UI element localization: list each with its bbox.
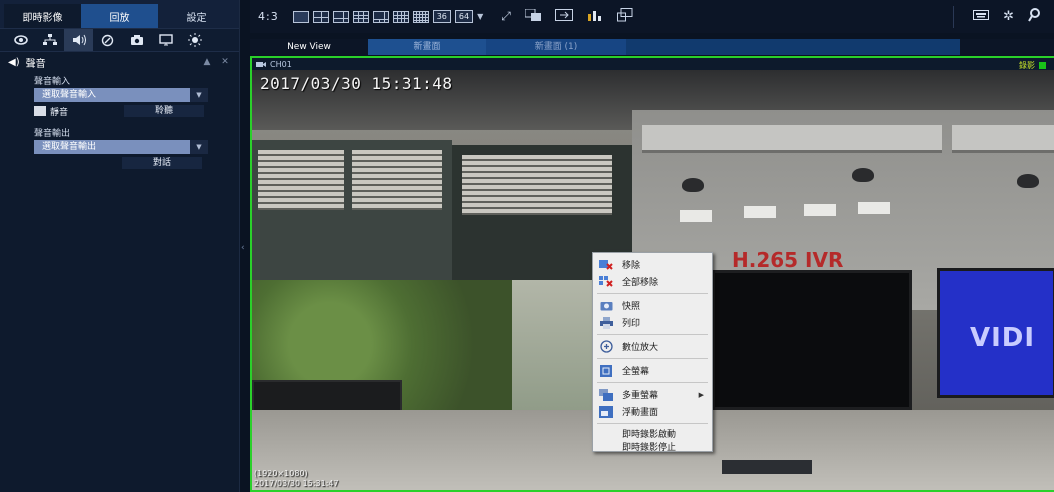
layout-5x5-icon[interactable]	[412, 10, 429, 23]
brightness-icon[interactable]	[180, 29, 209, 51]
audio-output-select-value: 選取聲音輸出	[42, 142, 97, 152]
audio-section-header[interactable]: ◀) 聲音 ▲ ✕	[0, 52, 239, 72]
layout-1plus5-icon[interactable]	[332, 10, 349, 23]
network-icon[interactable]	[35, 29, 64, 51]
chevron-down-icon[interactable]: ▼	[190, 140, 208, 154]
menu-separator	[597, 293, 708, 294]
app-window: 即時影像 回放 設定 ◀) 聲音 ▲ ✕ 聲音輸入 選取聲音輸入 ▼ 靜音 聆聽…	[0, 0, 1054, 492]
layout-3x3-icon[interactable]	[352, 10, 369, 23]
context-menu: 移除 全部移除 快照 列印 數位放大 全螢幕 多重螢幕 ▶ 浮動畫面 即時錄影啟…	[592, 252, 713, 453]
menu-item-remove[interactable]: 移除	[593, 256, 712, 273]
layout-4x4-icon[interactable]	[392, 10, 409, 23]
keyboard-icon[interactable]	[973, 9, 990, 24]
statistics-icon[interactable]	[587, 9, 603, 24]
menu-item-multi-screen[interactable]: 多重螢幕 ▶	[593, 386, 712, 403]
audio-output-label: 聲音輸出	[34, 129, 71, 139]
expand-icon[interactable]: ⤢	[501, 9, 511, 24]
mute-checkbox[interactable]	[34, 106, 46, 116]
menu-separator	[597, 358, 708, 359]
panel-collapse-handle-icon[interactable]: ‹	[241, 243, 249, 255]
remove-all-icon	[599, 275, 613, 288]
fullscreen-icon	[599, 364, 613, 377]
main-tabs: 即時影像 回放 設定	[0, 0, 239, 28]
monitor-icon[interactable]	[151, 29, 180, 51]
layout-2x2-icon[interactable]	[312, 10, 329, 23]
audio-input-select-value: 選取聲音輸入	[42, 90, 97, 100]
speaker-small-icon: ◀)	[8, 56, 20, 68]
menu-item-fullscreen[interactable]: 全螢幕	[593, 362, 712, 379]
mute-label: 靜音	[50, 107, 69, 118]
audio-output-group: 聲音輸出 選取聲音輸出 ▼ 對話	[34, 128, 209, 170]
menu-separator	[597, 334, 708, 335]
tab-live-view[interactable]: 即時影像	[4, 4, 81, 28]
layout-36-button[interactable]: 36	[432, 10, 451, 23]
remove-icon	[599, 259, 613, 271]
sign-text: H.265 IVR	[732, 248, 844, 272]
audio-output-select[interactable]: 選取聲音輸出 ▼	[34, 140, 208, 154]
close-icon[interactable]: ✕	[219, 57, 231, 67]
print-icon	[599, 316, 613, 329]
layout-1x1-icon[interactable]	[292, 10, 309, 23]
monitor-text: VIDI	[970, 323, 1036, 353]
tab-playback[interactable]: 回放	[81, 4, 158, 28]
recording-status-icon	[1039, 62, 1046, 69]
audio-input-group: 聲音輸入 選取聲音輸入 ▼ 靜音 聆聽	[34, 76, 209, 118]
multi-window-icon[interactable]	[524, 8, 541, 24]
audio-input-label: 聲音輸入	[34, 77, 71, 87]
menu-item-stop-recording[interactable]: 即時錄影停止	[593, 440, 712, 453]
layout-64-button[interactable]: 64	[454, 10, 474, 23]
submenu-arrow-icon: ▶	[698, 390, 704, 399]
chevron-down-icon[interactable]: ▼	[190, 88, 208, 102]
audio-input-select[interactable]: 選取聲音輸入 ▼	[34, 88, 208, 102]
listen-button[interactable]: 聆聽	[124, 105, 204, 117]
footer-timestamp: 2017/03/30 15:31:47	[254, 479, 339, 488]
talk-button[interactable]: 對話	[122, 157, 202, 169]
resolution-label: (1920×1080)	[254, 469, 308, 478]
left-panel: 即時影像 回放 設定 ◀) 聲音 ▲ ✕ 聲音輸入 選取聲音輸入 ▼ 靜音 聆聽…	[0, 0, 240, 492]
layout-1plus7-icon[interactable]	[372, 10, 389, 23]
layout-toolbar: 4:3 36 64 ▼ ⤢ ✲	[250, 0, 1054, 33]
speaker-icon[interactable]	[64, 29, 93, 51]
audio-section-title: 聲音	[25, 58, 46, 70]
screen-layout-icon[interactable]	[616, 8, 633, 25]
recording-label: 錄影	[1019, 61, 1035, 70]
video-camera-icon	[256, 61, 266, 67]
view-tab-new-screen-1[interactable]: 新畫面 (1)	[486, 39, 626, 55]
view-tab-new-screen[interactable]: 新畫面	[368, 39, 486, 55]
channel-label: CH01	[270, 59, 292, 69]
function-icon-row	[0, 28, 239, 52]
menu-item-start-recording[interactable]: 即時錄影啟動	[593, 427, 712, 440]
menu-item-remove-all[interactable]: 全部移除	[593, 273, 712, 290]
zoom-icon	[599, 340, 613, 353]
view-tab-bar: New View 新畫面 新畫面 (1)	[250, 39, 1054, 55]
float-window-icon	[599, 405, 613, 418]
menu-item-float-window[interactable]: 浮動畫面	[593, 403, 712, 420]
collapse-arrow-icon[interactable]: ▲	[201, 57, 213, 67]
snapshot-icon	[599, 300, 613, 312]
camera-icon[interactable]	[122, 29, 151, 51]
menu-separator	[597, 382, 708, 383]
menu-item-digital-zoom[interactable]: 數位放大	[593, 338, 712, 355]
multi-screen-icon	[599, 388, 613, 401]
eye-icon[interactable]	[6, 29, 35, 51]
osd-timestamp: 2017/03/30 15:31:48	[260, 74, 453, 93]
swap-window-icon[interactable]	[554, 9, 573, 24]
menu-separator	[597, 423, 708, 424]
view-tab-new-view[interactable]: New View	[250, 39, 368, 55]
layout-dropdown-icon[interactable]: ▼	[477, 12, 483, 21]
video-tile-header: CH01 錄影	[252, 58, 1054, 70]
clock-icon[interactable]	[93, 29, 122, 51]
aspect-ratio-button[interactable]: 4:3	[258, 10, 279, 23]
menu-item-snapshot[interactable]: 快照	[593, 297, 712, 314]
tab-settings[interactable]: 設定	[158, 4, 235, 28]
menu-item-print[interactable]: 列印	[593, 314, 712, 331]
gear-icon[interactable]: ✲	[1003, 9, 1014, 24]
search-icon[interactable]	[1028, 7, 1040, 26]
